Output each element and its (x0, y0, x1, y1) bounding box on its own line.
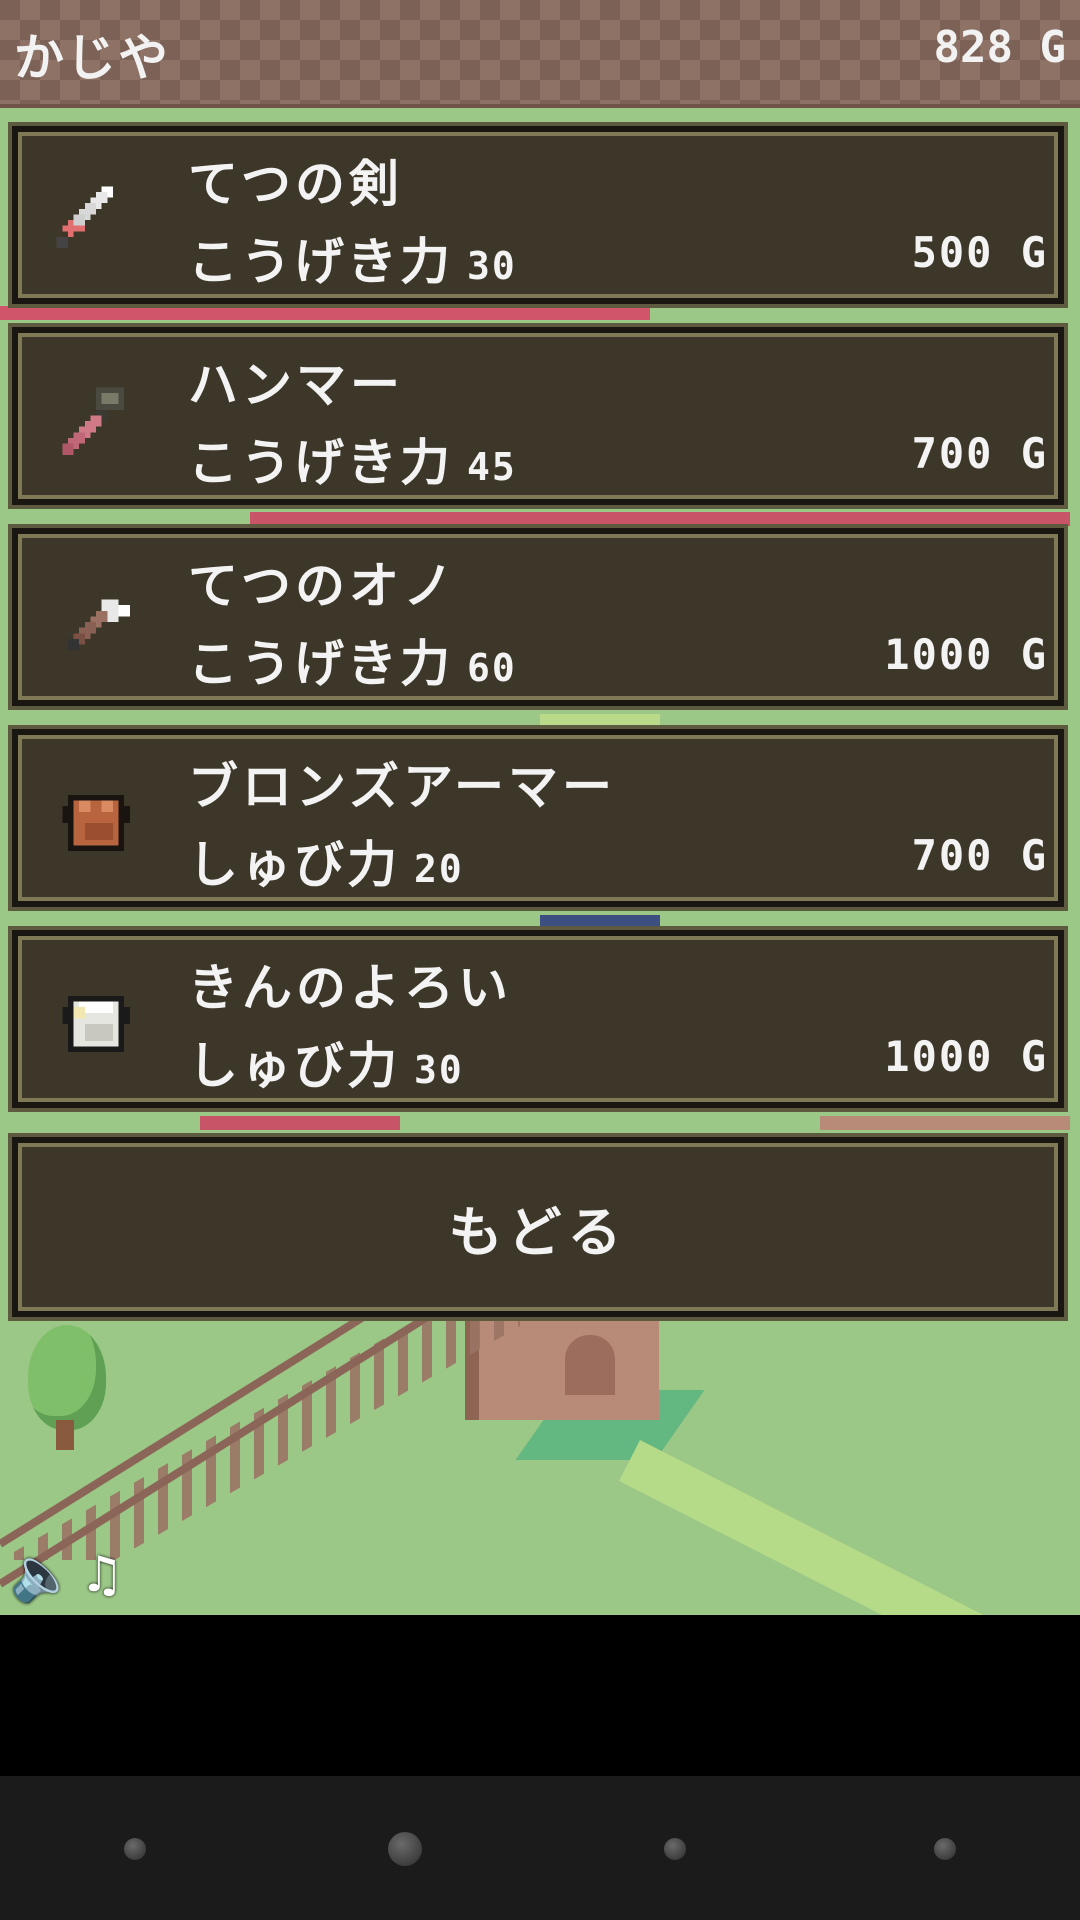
scenery-strip (200, 1116, 400, 1130)
gold-amount: 828 G (933, 22, 1066, 73)
item-stat-label: こうげき力 (188, 233, 453, 291)
item-stat: しゅび力 30 (188, 1026, 464, 1098)
shop-item-bronze-armor[interactable]: ブロンズアーマー しゅび力 20 700 G (8, 725, 1068, 911)
item-name: ブロンズアーマー (188, 758, 616, 816)
item-price: 1000 G (884, 630, 1048, 679)
item-stat-label: しゅび力 (188, 1037, 400, 1095)
item-stat-label: こうげき力 (188, 434, 453, 492)
house-door (565, 1335, 615, 1395)
scenery-strip (540, 915, 660, 929)
item-stat-label: こうげき力 (188, 635, 453, 693)
scenery-strip (250, 512, 1070, 526)
item-stat-value: 30 (467, 244, 517, 288)
axe-icon (46, 572, 146, 672)
item-stat: こうげき力 30 (188, 222, 517, 294)
shop-item-hammer[interactable]: ハンマー こうげき力 45 700 G (8, 323, 1068, 509)
gold-armor-icon (46, 974, 146, 1074)
item-price: 500 G (911, 228, 1048, 277)
item-stat-value: 30 (414, 1048, 464, 1092)
scenery-strip (0, 306, 650, 320)
tree (28, 1325, 106, 1430)
scenery-strip (540, 714, 660, 728)
item-name: きんのよろい (188, 959, 512, 1017)
music-note-icon[interactable]: ♫ (86, 1545, 146, 1605)
item-price: 1000 G (884, 1032, 1048, 1081)
back-button[interactable]: もどる (8, 1133, 1068, 1321)
item-stat: こうげき力 45 (188, 423, 517, 495)
android-nav-bar (0, 1776, 1080, 1920)
nav-home-icon[interactable] (388, 1832, 422, 1866)
shop-item-gold-armor[interactable]: きんのよろい しゅび力 30 1000 G (8, 926, 1068, 1112)
shop-item-iron-sword[interactable]: てつの剣 こうげき力 30 500 G (8, 122, 1068, 308)
shop-title: かじや (14, 29, 170, 87)
item-stat-value: 60 (467, 646, 517, 690)
item-stat-value: 45 (467, 445, 517, 489)
hammer-icon (46, 371, 146, 471)
item-name: てつのオノ (188, 557, 457, 615)
item-stat-label: しゅび力 (188, 836, 400, 894)
item-name: ハンマー (188, 356, 404, 414)
nav-back-icon[interactable] (124, 1838, 146, 1860)
shop-item-iron-axe[interactable]: てつのオノ こうげき力 60 1000 G (8, 524, 1068, 710)
tree-trunk (56, 1420, 74, 1450)
dirt-path (619, 1440, 1015, 1615)
item-name: てつの剣 (188, 155, 403, 213)
speaker-icon[interactable]: 🔈 (10, 1545, 75, 1605)
game-scene: かじや 828 G てつの剣 こうげき力 30 500 G ハンマー こうげき力… (0, 0, 1080, 1615)
sword-icon (46, 170, 146, 270)
nav-menu-icon[interactable] (934, 1838, 956, 1860)
item-stat: しゅび力 20 (188, 825, 464, 897)
item-price: 700 G (911, 831, 1048, 880)
nav-recents-icon[interactable] (664, 1838, 686, 1860)
item-stat: こうげき力 60 (188, 624, 517, 696)
top-bar: かじや 828 G (0, 0, 1080, 108)
item-price: 700 G (911, 429, 1048, 478)
item-stat-value: 20 (414, 847, 464, 891)
scenery-strip (820, 1116, 1070, 1130)
bronze-armor-icon (46, 773, 146, 873)
